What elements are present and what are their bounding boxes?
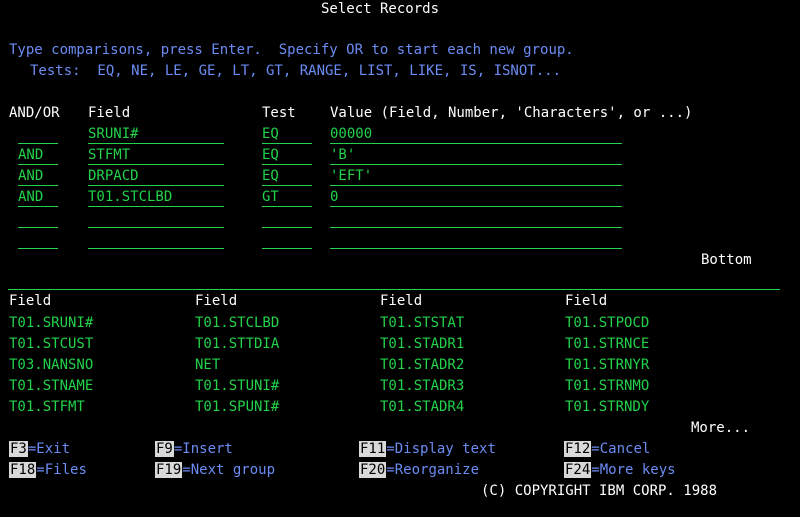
fkey-label: =Reorganize xyxy=(386,462,480,478)
fkey-code: F3 xyxy=(9,441,28,457)
field-list-item: T01.STNAME xyxy=(9,378,94,394)
f11-display-text-key[interactable]: F11=Display text xyxy=(359,440,496,458)
field-list-item: T01.SRUNI# xyxy=(9,315,94,331)
f18-files-key[interactable]: F18=Files xyxy=(9,461,87,479)
f12-cancel-key[interactable]: F12=Cancel xyxy=(564,440,650,458)
fkey-code: F18 xyxy=(9,462,37,478)
header-andor: AND/OR xyxy=(9,105,60,121)
test-input-2[interactable]: EQ xyxy=(262,146,312,165)
field-list-item: T01.STFMT xyxy=(9,399,85,415)
fkey-code: F11 xyxy=(359,441,387,457)
field-list-item: T01.STRNMO xyxy=(565,378,650,394)
fkey-label: =More keys xyxy=(591,462,676,478)
field-list-header-3: Field xyxy=(380,293,423,309)
fkey-code: F24 xyxy=(564,462,592,478)
fkey-code: F20 xyxy=(359,462,387,478)
f24-more-keys-key[interactable]: F24=More keys xyxy=(564,461,676,479)
field-list-item: T01.STADR1 xyxy=(380,336,465,352)
bottom-label: Bottom xyxy=(701,252,752,268)
field-list-item: T01.STCUST xyxy=(9,336,94,352)
fkey-label: =Files xyxy=(36,462,87,478)
field-list-item: T01.STADR4 xyxy=(380,399,465,415)
field-list-item: T03.NANSNO xyxy=(9,357,94,373)
value-input-6[interactable] xyxy=(330,230,622,249)
field-list-header-2: Field xyxy=(195,293,238,309)
field-input-6[interactable] xyxy=(88,230,224,249)
andor-input-5[interactable] xyxy=(18,209,58,228)
andor-input-1[interactable] xyxy=(18,125,58,144)
separator-line xyxy=(8,289,780,290)
test-input-5[interactable] xyxy=(262,209,312,228)
value-input-5[interactable] xyxy=(330,209,622,228)
field-list-item: NET xyxy=(195,357,221,373)
f3-exit-key[interactable]: F3=Exit xyxy=(9,440,70,458)
header-value: Value (Field, Number, 'Characters', or .… xyxy=(330,105,693,121)
field-list-item: T01.STRNYR xyxy=(565,357,650,373)
fkey-label: =Exit xyxy=(27,441,71,457)
andor-input-4[interactable]: AND xyxy=(18,188,58,207)
header-test: Test xyxy=(262,105,296,121)
copyright-text: (C) COPYRIGHT IBM CORP. 1988 xyxy=(481,483,718,499)
fkey-code: F9 xyxy=(155,441,174,457)
more-label: More... xyxy=(691,420,751,436)
value-input-1[interactable]: 00000 xyxy=(330,125,622,144)
f19-next-group-key[interactable]: F19=Next group xyxy=(155,461,275,479)
field-list-item: T01.SPUNI# xyxy=(195,399,280,415)
field-list-header-1: Field xyxy=(9,293,52,309)
test-input-6[interactable] xyxy=(262,230,312,249)
f9-insert-key[interactable]: F9=Insert xyxy=(155,440,233,458)
field-input-2[interactable]: STFMT xyxy=(88,146,224,165)
test-input-3[interactable]: EQ xyxy=(262,167,312,186)
test-input-1[interactable]: EQ xyxy=(262,125,312,144)
field-list-item: T01.STUNI# xyxy=(195,378,280,394)
andor-input-3[interactable]: AND xyxy=(18,167,58,186)
field-input-3[interactable]: DRPACD xyxy=(88,167,224,186)
andor-input-6[interactable] xyxy=(18,230,58,249)
field-list-item: T01.STTDIA xyxy=(195,336,280,352)
header-field: Field xyxy=(88,105,131,121)
field-list-item: T01.STRNCE xyxy=(565,336,650,352)
field-list-header-4: Field xyxy=(565,293,608,309)
field-list-item: T01.STCLBD xyxy=(195,315,280,331)
fkey-label: =Cancel xyxy=(591,441,651,457)
field-list-item: T01.STADR2 xyxy=(380,357,465,373)
test-input-4[interactable]: GT xyxy=(262,188,312,207)
field-list-item: T01.STPOCD xyxy=(565,315,650,331)
page-title: Select Records xyxy=(321,1,440,17)
field-list-item: T01.STADR3 xyxy=(380,378,465,394)
fkey-label: =Display text xyxy=(386,441,496,457)
value-input-2[interactable]: 'B' xyxy=(330,146,622,165)
field-list-item: T01.STSTAT xyxy=(380,315,465,331)
field-input-5[interactable] xyxy=(88,209,224,228)
instructions-line-1: Type comparisons, press Enter. Specify O… xyxy=(9,42,574,58)
fkey-code: F19 xyxy=(155,462,183,478)
instructions-line-2: Tests: EQ, NE, LE, GE, LT, GT, RANGE, LI… xyxy=(30,63,562,79)
fkey-code: F12 xyxy=(564,441,592,457)
field-input-1[interactable]: SRUNI# xyxy=(88,125,224,144)
field-input-4[interactable]: T01.STCLBD xyxy=(88,188,224,207)
andor-input-2[interactable]: AND xyxy=(18,146,58,165)
value-input-3[interactable]: 'EFT' xyxy=(330,167,622,186)
field-list-item: T01.STRNDY xyxy=(565,399,650,415)
fkey-label: =Insert xyxy=(173,441,233,457)
f20-reorganize-key[interactable]: F20=Reorganize xyxy=(359,461,479,479)
value-input-4[interactable]: 0 xyxy=(330,188,622,207)
fkey-label: =Next group xyxy=(182,462,276,478)
